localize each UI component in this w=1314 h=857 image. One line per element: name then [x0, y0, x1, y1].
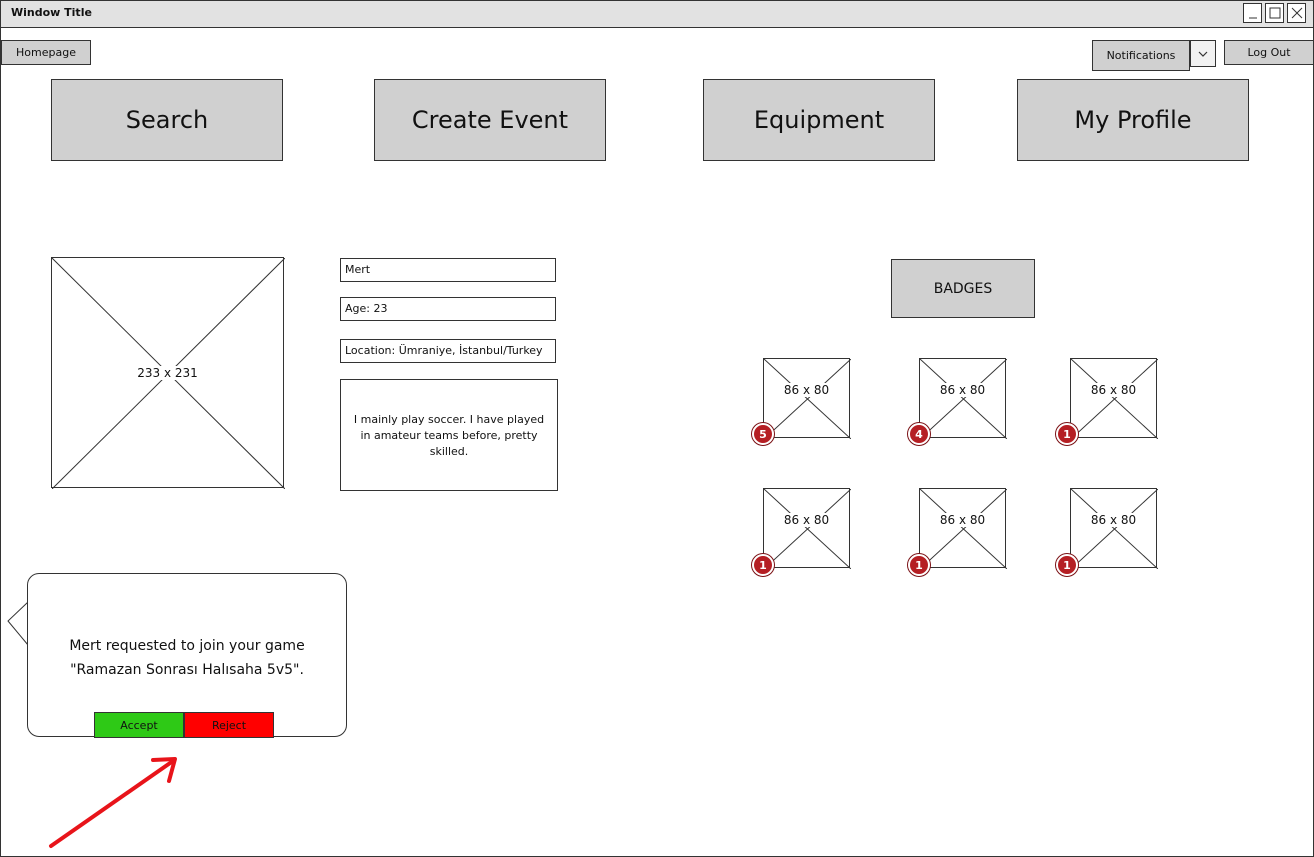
equipment-nav-label: Equipment [753, 106, 885, 134]
badge-count: 1 [908, 554, 930, 576]
my-profile-nav-button[interactable]: My Profile [1017, 79, 1249, 161]
location-field[interactable]: Location: Ümraniye, İstanbul/Turkey [340, 339, 556, 363]
badge-count: 4 [908, 423, 930, 445]
bio-textarea[interactable]: I mainly play soccer. I have played in a… [340, 379, 558, 491]
create-event-nav-label: Create Event [411, 106, 569, 134]
badge-image[interactable]: 86 x 80 [919, 488, 1007, 569]
badge-count: 1 [1056, 554, 1078, 576]
badge-image[interactable]: 86 x 80 [1070, 358, 1158, 439]
image-placeholder-icon [764, 489, 851, 569]
profile-photo: 233 x 231 [51, 257, 285, 489]
notifications-button[interactable]: Notifications [1092, 40, 1190, 71]
minimize-icon[interactable] [1243, 3, 1262, 23]
image-placeholder-icon [920, 489, 1007, 569]
age-field[interactable]: Age: 23 [340, 297, 556, 321]
image-placeholder-icon [1071, 489, 1158, 569]
badge-image[interactable]: 86 x 80 [919, 358, 1007, 439]
create-event-nav-button[interactable]: Create Event [374, 79, 606, 161]
name-field[interactable]: Mert [340, 258, 556, 282]
badge-placeholder-label: 86 x 80 [782, 513, 831, 528]
chevron-down-icon [1198, 51, 1208, 57]
badge-placeholder-label: 86 x 80 [1089, 513, 1138, 528]
title-bar: Window Title [1, 1, 1313, 28]
image-placeholder-icon [764, 359, 851, 439]
profile-photo-label: 233 x 231 [136, 365, 199, 380]
badge-count: 1 [752, 554, 774, 576]
my-profile-nav-label: My Profile [1074, 106, 1192, 134]
badge-placeholder-label: 86 x 80 [782, 383, 831, 398]
notifications-dropdown-toggle[interactable] [1190, 40, 1216, 67]
badge-image[interactable]: 86 x 80 [1070, 488, 1158, 569]
join-request-notification: Mert requested to join your game "Ramaza… [27, 573, 347, 738]
badge-count: 5 [752, 423, 774, 445]
badge-placeholder-label: 86 x 80 [938, 383, 987, 398]
logout-button[interactable]: Log Out [1224, 40, 1314, 65]
notifications-label: Notifications [1106, 49, 1176, 62]
accept-button[interactable]: Accept [94, 712, 184, 738]
homepage-label: Homepage [16, 46, 76, 59]
notification-line-1: Mert requested to join your game [69, 638, 305, 654]
badge-placeholder-label: 86 x 80 [938, 513, 987, 528]
image-placeholder-icon [1071, 359, 1158, 439]
badge-image[interactable]: 86 x 80 [763, 358, 851, 439]
bubble-tail-icon [7, 601, 29, 646]
window-title: Window Title [11, 6, 92, 19]
notification-message: Mert requested to join your game "Ramaza… [28, 634, 346, 682]
badge-count: 1 [1056, 423, 1078, 445]
app-window: Window Title Homepage Notifications Log … [0, 0, 1314, 857]
badge-image[interactable]: 86 x 80 [763, 488, 851, 569]
notification-line-2: "Ramazan Sonrası Halısaha 5v5". [70, 662, 304, 678]
image-placeholder-icon [920, 359, 1007, 439]
maximize-icon[interactable] [1265, 3, 1284, 23]
badges-label: BADGES [933, 280, 993, 297]
annotation-arrow-icon [49, 757, 177, 848]
equipment-nav-button[interactable]: Equipment [703, 79, 935, 161]
logout-label: Log Out [1247, 46, 1291, 59]
search-nav-label: Search [125, 106, 209, 134]
homepage-button[interactable]: Homepage [1, 40, 91, 65]
badges-button[interactable]: BADGES [891, 259, 1035, 318]
badge-placeholder-label: 86 x 80 [1089, 383, 1138, 398]
search-nav-button[interactable]: Search [51, 79, 283, 161]
reject-button[interactable]: Reject [184, 712, 274, 738]
close-icon[interactable] [1287, 3, 1306, 23]
